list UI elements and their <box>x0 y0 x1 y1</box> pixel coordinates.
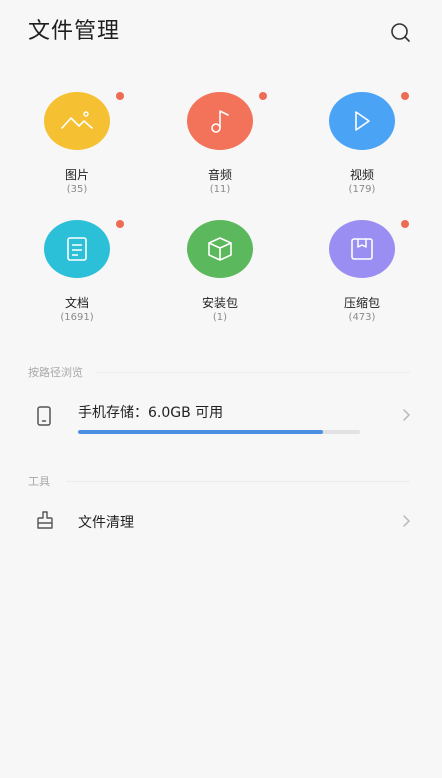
category-label: 压缩包 <box>343 296 380 310</box>
new-badge-dot <box>116 220 124 228</box>
category-icon-circle <box>329 220 395 278</box>
new-badge-dot <box>259 92 267 100</box>
document-icon <box>67 237 87 261</box>
category-count: (11) <box>209 184 231 195</box>
play-icon <box>355 111 370 131</box>
header: 文件管理 <box>0 0 442 66</box>
image-icon <box>61 111 93 129</box>
category-icon-circle <box>44 220 110 278</box>
phone-icon <box>37 406 51 426</box>
category-label: 图片 <box>64 168 89 182</box>
archive-icon <box>351 238 373 260</box>
category-count: (473) <box>348 312 376 323</box>
storage-progress-fill <box>78 430 324 434</box>
section-heading-tools: 工具 <box>28 475 50 488</box>
storage-label: 手机存储：6.0GB 可用 <box>78 405 224 421</box>
category-archives[interactable]: 压缩包 (473) <box>297 220 427 338</box>
music-note-icon <box>211 110 229 133</box>
category-label: 视频 <box>349 168 374 182</box>
search-button[interactable] <box>388 20 414 46</box>
tool-label: 文件清理 <box>78 515 134 531</box>
category-count: (35) <box>66 184 88 195</box>
new-badge-dot <box>401 220 409 228</box>
storage-progress-bar <box>78 430 360 434</box>
category-icon-circle <box>329 92 395 150</box>
category-count: (179) <box>348 184 376 195</box>
package-box-icon <box>208 237 232 261</box>
new-badge-dot <box>116 92 124 100</box>
category-count: (1) <box>212 312 228 323</box>
file-cleanup-row[interactable]: 文件清理 <box>0 500 442 542</box>
divider <box>96 372 410 373</box>
chevron-right-icon <box>403 515 410 527</box>
category-video[interactable]: 视频 (179) <box>297 92 427 210</box>
new-badge-dot <box>401 92 409 100</box>
category-icon-circle <box>44 92 110 150</box>
category-documents[interactable]: 文档 (1691) <box>12 220 142 338</box>
file-manager-page: 文件管理 图片 (35) 音频 (11) 视频 (179) 文档 (1691) … <box>0 0 442 778</box>
category-audio[interactable]: 音频 (11) <box>155 92 285 210</box>
category-label: 文档 <box>64 296 89 310</box>
category-images[interactable]: 图片 (35) <box>12 92 142 210</box>
category-packages[interactable]: 安装包 (1) <box>155 220 285 338</box>
category-icon-circle <box>187 220 253 278</box>
phone-storage-row[interactable]: 手机存储：6.0GB 可用 <box>0 392 442 442</box>
category-count: (1691) <box>60 312 94 323</box>
category-label: 安装包 <box>201 296 238 310</box>
section-heading-browse: 按路径浏览 <box>28 366 83 379</box>
broom-clean-icon <box>37 511 53 529</box>
chevron-right-icon <box>403 409 410 421</box>
category-icon-circle <box>187 92 253 150</box>
page-title: 文件管理 <box>28 19 121 44</box>
divider <box>66 481 410 482</box>
category-label: 音频 <box>207 168 232 182</box>
search-icon <box>391 23 410 42</box>
